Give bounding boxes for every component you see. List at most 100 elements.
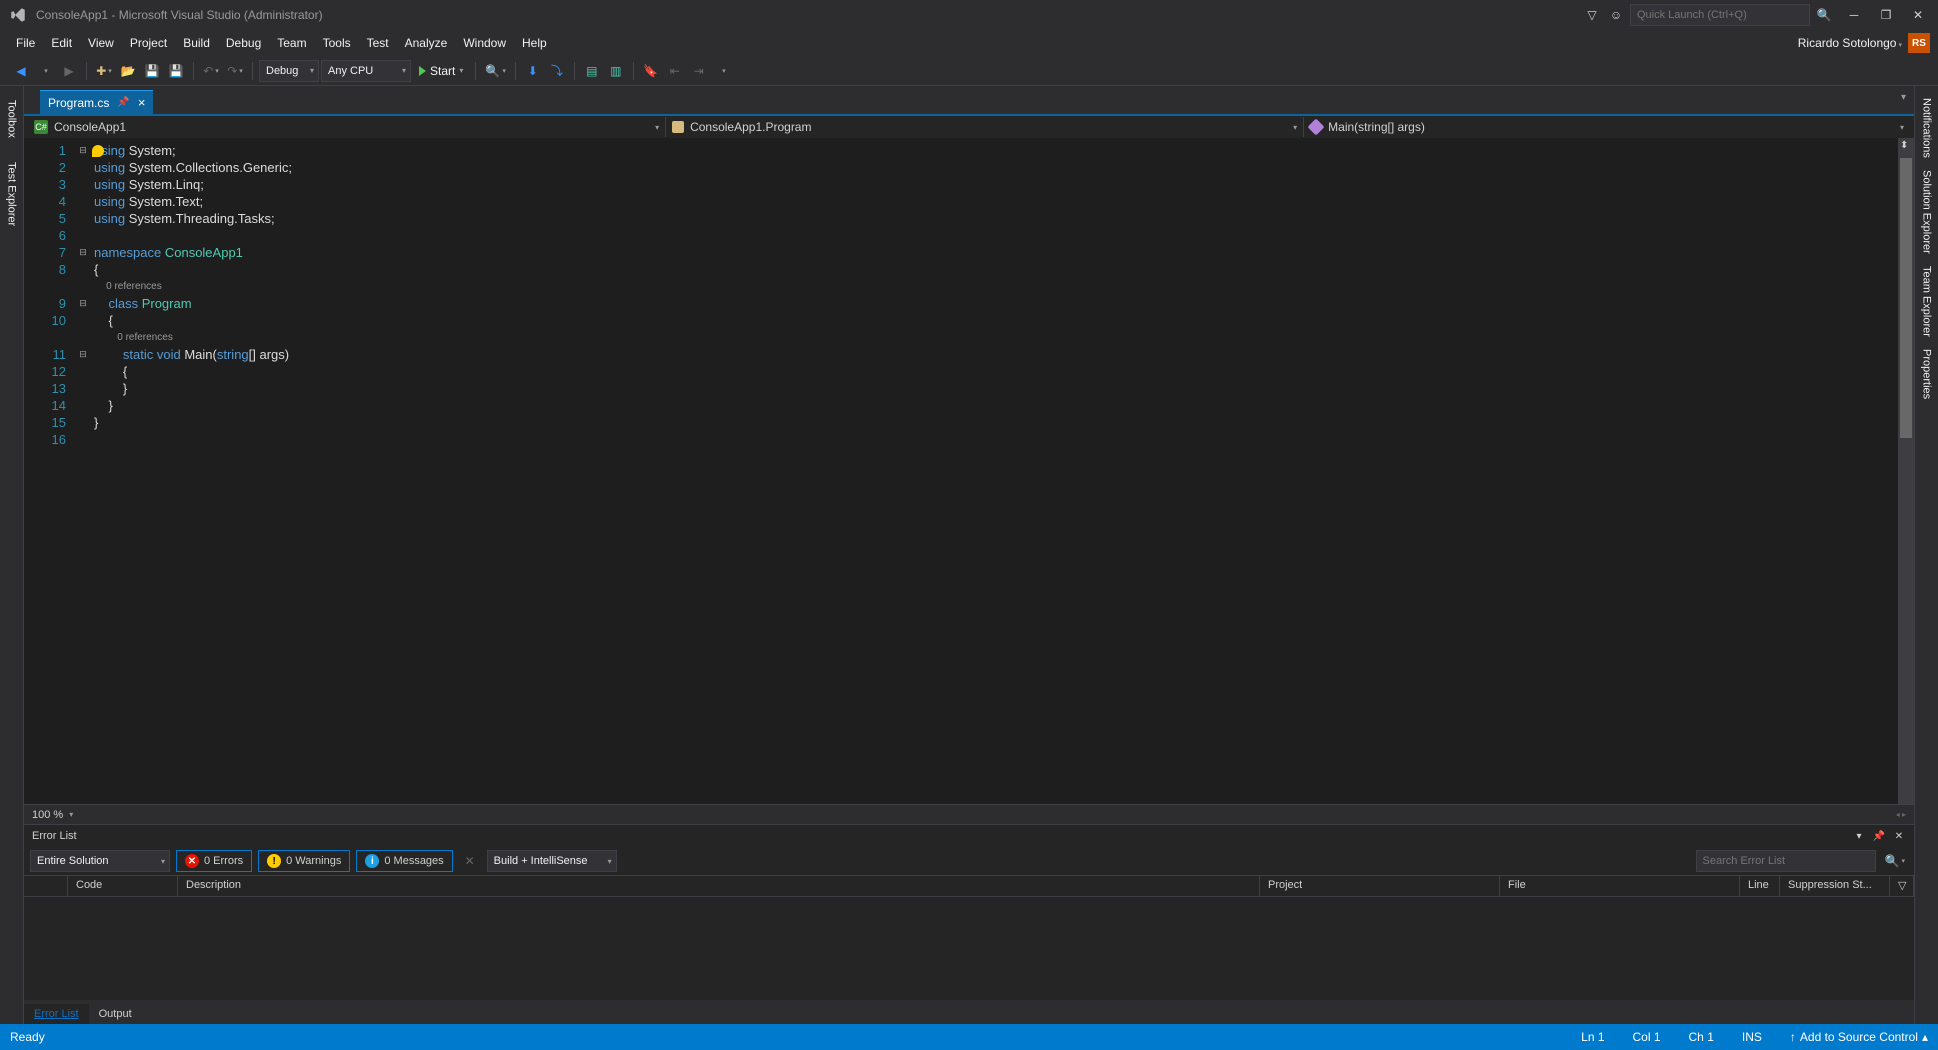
tab-program-cs[interactable]: Program.cs 📌 ×: [40, 90, 153, 114]
restore-button[interactable]: ❐: [1874, 5, 1898, 25]
step-over-button[interactable]: ⤵: [546, 60, 568, 82]
zoom-dropdown-icon[interactable]: ▾: [69, 810, 73, 819]
menu-analyze[interactable]: Analyze: [397, 32, 456, 54]
user-name[interactable]: Ricardo Sotolongo: [1798, 36, 1902, 50]
new-project-button[interactable]: ✚: [93, 60, 115, 82]
menu-help[interactable]: Help: [514, 32, 555, 54]
toolbox-tab[interactable]: Toolbox: [4, 92, 20, 146]
menu-test[interactable]: Test: [359, 32, 397, 54]
nav-method-label: Main(string[] args): [1328, 120, 1425, 134]
error-source-dropdown[interactable]: Build + IntelliSense: [487, 850, 617, 872]
solution-platform-dropdown[interactable]: Any CPU: [321, 60, 411, 82]
messages-toggle[interactable]: i0 Messages: [356, 850, 452, 872]
csharp-icon: C#: [34, 120, 48, 134]
bookmark-button[interactable]: 🔖: [640, 60, 662, 82]
source-control-button[interactable]: ↑ Add to Source Control ▴: [1790, 1030, 1928, 1044]
undo-button[interactable]: ↶: [200, 60, 222, 82]
team-explorer-tab[interactable]: Team Explorer: [1919, 260, 1935, 343]
open-file-button[interactable]: 📂: [117, 60, 139, 82]
start-debug-button[interactable]: Start ▾: [413, 60, 469, 82]
nav-class-dropdown[interactable]: ConsoleApp1.Program: [666, 117, 1304, 137]
error-search-dropdown[interactable]: 🔍: [1882, 850, 1908, 872]
user-badge[interactable]: RS: [1908, 33, 1930, 53]
status-col[interactable]: Col 1: [1633, 1030, 1661, 1044]
editor-scrollbar[interactable]: ⬍: [1898, 138, 1914, 804]
tab-output[interactable]: Output: [89, 1004, 142, 1024]
errors-toggle[interactable]: ✕0 Errors: [176, 850, 252, 872]
editor-nav-bar: C#ConsoleApp1 ConsoleApp1.Program Main(s…: [24, 114, 1914, 138]
col-icon[interactable]: [24, 876, 68, 896]
play-icon: [419, 66, 426, 76]
error-scope-dropdown[interactable]: Entire Solution: [30, 850, 170, 872]
menu-file[interactable]: File: [8, 32, 43, 54]
save-button[interactable]: 💾: [141, 60, 163, 82]
panel-pin-icon[interactable]: 📌: [1872, 829, 1886, 843]
nav-back-dropdown[interactable]: [34, 60, 56, 82]
method-icon: [1308, 119, 1325, 136]
code-content[interactable]: using System;using System.Collections.Ge…: [90, 138, 1898, 804]
close-button[interactable]: ✕: [1906, 5, 1930, 25]
clear-filter-button[interactable]: ✕: [459, 850, 481, 872]
redo-button[interactable]: ↷: [224, 60, 246, 82]
find-in-files-button[interactable]: 🔍: [482, 60, 508, 82]
nav-method-dropdown[interactable]: Main(string[] args): [1304, 117, 1910, 137]
menu-view[interactable]: View: [80, 32, 122, 54]
fold-column[interactable]: ⊟⊟⊟⊟: [76, 138, 90, 804]
minimize-button[interactable]: ─: [1842, 5, 1866, 25]
left-tool-rail: Toolbox Test Explorer: [0, 86, 24, 1024]
close-tab-icon[interactable]: ×: [138, 95, 146, 110]
error-list-header[interactable]: Code Description Project File Line Suppr…: [24, 875, 1914, 897]
warnings-toggle[interactable]: 0 Warnings: [258, 850, 350, 872]
test-explorer-tab[interactable]: Test Explorer: [4, 154, 20, 234]
menu-edit[interactable]: Edit: [43, 32, 80, 54]
solution-config-dropdown[interactable]: Debug: [259, 60, 319, 82]
notifications-tab[interactable]: Notifications: [1919, 92, 1935, 164]
menu-tools[interactable]: Tools: [315, 32, 359, 54]
lightbulb-icon[interactable]: [92, 145, 104, 157]
col-project[interactable]: Project: [1260, 876, 1500, 896]
col-filter-icon[interactable]: ▽: [1890, 876, 1914, 896]
code-editor[interactable]: 12345678910111213141516 ⊟⊟⊟⊟ using Syste…: [24, 138, 1914, 804]
col-line[interactable]: Line: [1740, 876, 1780, 896]
scrollbar-thumb[interactable]: [1900, 158, 1912, 438]
status-bar: Ready Ln 1 Col 1 Ch 1 INS ↑ Add to Sourc…: [0, 1024, 1938, 1050]
status-ins[interactable]: INS: [1742, 1030, 1762, 1044]
col-suppression[interactable]: Suppression St...: [1780, 876, 1890, 896]
properties-tab[interactable]: Properties: [1919, 343, 1935, 405]
menu-team[interactable]: Team: [269, 32, 314, 54]
toolbar-overflow[interactable]: [712, 60, 734, 82]
status-line[interactable]: Ln 1: [1581, 1030, 1604, 1044]
solution-explorer-tab[interactable]: Solution Explorer: [1919, 164, 1935, 260]
next-bookmark-button[interactable]: ⇥: [688, 60, 710, 82]
col-file[interactable]: File: [1500, 876, 1740, 896]
menu-project[interactable]: Project: [122, 32, 175, 54]
zoom-level[interactable]: 100 %: [32, 809, 63, 821]
tab-error-list[interactable]: Error List: [24, 1004, 89, 1024]
panel-close-icon[interactable]: ✕: [1892, 829, 1906, 843]
error-search-input[interactable]: [1696, 850, 1876, 872]
uncomment-button[interactable]: ▥: [605, 60, 627, 82]
menu-build[interactable]: Build: [175, 32, 218, 54]
step-into-button[interactable]: ⬇: [522, 60, 544, 82]
menu-window[interactable]: Window: [455, 32, 514, 54]
comment-button[interactable]: ▤: [581, 60, 603, 82]
tabs-overflow-dropdown[interactable]: ▾: [1901, 92, 1906, 103]
nav-back-button[interactable]: ◀: [10, 60, 32, 82]
split-editor-icon[interactable]: ⬍: [1900, 140, 1912, 152]
nav-project-dropdown[interactable]: C#ConsoleApp1: [28, 117, 666, 137]
col-code[interactable]: Code: [68, 876, 178, 896]
nav-fwd-button[interactable]: ▶: [58, 60, 80, 82]
feedback-icon[interactable]: ☺: [1606, 5, 1626, 25]
pin-icon[interactable]: 📌: [117, 97, 129, 108]
panel-position-icon[interactable]: ▾: [1852, 829, 1866, 843]
col-description[interactable]: Description: [178, 876, 1260, 896]
error-list-body[interactable]: [24, 897, 1914, 1000]
prev-bookmark-button[interactable]: ⇤: [664, 60, 686, 82]
quick-launch-input[interactable]: [1630, 4, 1810, 26]
save-all-button[interactable]: 💾: [165, 60, 187, 82]
warnings-count: 0 Warnings: [286, 855, 341, 867]
search-icon[interactable]: 🔍: [1814, 5, 1834, 25]
menu-debug[interactable]: Debug: [218, 32, 269, 54]
notifications-icon[interactable]: ▽: [1582, 5, 1602, 25]
status-char[interactable]: Ch 1: [1689, 1030, 1714, 1044]
